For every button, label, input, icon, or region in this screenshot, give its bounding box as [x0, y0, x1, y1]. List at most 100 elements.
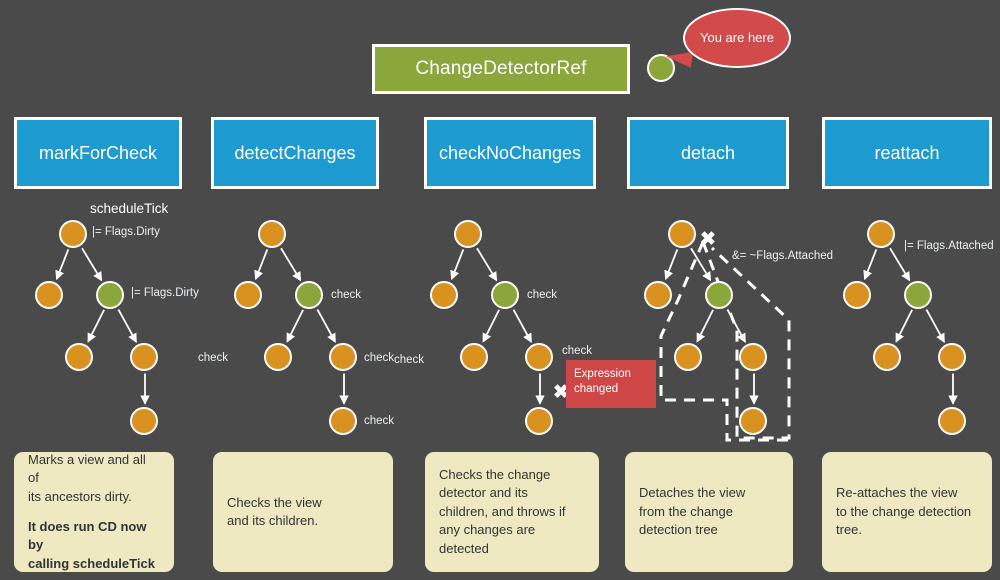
description-line: its ancestors dirty.	[28, 488, 132, 504]
method-box-label: reattach	[874, 142, 940, 163]
tree-edge	[512, 309, 532, 344]
description-line: Checks the view	[227, 494, 322, 510]
desc-detach: Detaches the view from the change detectio…	[625, 452, 793, 572]
expression-changed-box: Expression changed	[566, 360, 656, 408]
tree-node-green	[704, 280, 733, 309]
tree-annotation-label: check	[562, 345, 593, 357]
tree-node-orange	[738, 406, 767, 435]
tree-node-orange	[58, 219, 87, 248]
tree-node-orange	[667, 219, 696, 248]
desc-markForCheck: Marks a view and all of its ancestors dir…	[14, 452, 174, 572]
tree-edge	[889, 247, 911, 282]
description-line: Detaches the view	[639, 485, 746, 501]
description-line: from the change	[639, 503, 733, 519]
tree-edge	[696, 309, 714, 343]
tree-node-green	[95, 280, 124, 309]
tree-node-orange	[453, 219, 482, 248]
tree-edge	[482, 309, 500, 343]
description-line: Re-attaches the view	[836, 485, 958, 501]
tree-node-green	[490, 280, 519, 309]
description-line: and its children.	[227, 513, 319, 528]
description-line: calling scheduleTick	[28, 555, 155, 571]
tree-edge	[726, 309, 746, 344]
tree-node-green	[294, 280, 323, 309]
description-line: Checks the change	[439, 466, 551, 482]
tree-annotation-label: |= Flags.Dirty	[92, 226, 160, 238]
tree-edge	[87, 309, 105, 343]
expression-changed-line1: Expression	[574, 368, 631, 380]
tree-edge	[286, 309, 304, 343]
expression-changed-line2: changed	[574, 382, 619, 395]
method-box-detectChanges[interactable]: detectChanges	[211, 117, 379, 189]
method-box-detach[interactable]: detach	[627, 117, 789, 189]
method-box-label: checkNoChanges	[438, 142, 582, 163]
tree-edge	[280, 247, 302, 282]
description-line: to the change detection	[836, 503, 972, 519]
tree-node-orange	[64, 342, 93, 371]
tree-annotation-label: &= ~Flags.Attached	[732, 250, 834, 262]
tree-node-green	[903, 280, 932, 309]
tree-node-orange	[429, 280, 458, 309]
tree-edge	[254, 249, 269, 281]
desc-checkNoChanges: Checks the change detector and its childre…	[425, 452, 599, 572]
detached-region-outline-left	[659, 241, 789, 442]
tree-edge	[925, 309, 945, 344]
tree-annotation-label: check	[197, 352, 228, 364]
tree-node-orange	[643, 280, 672, 309]
changedetectorref-title-box: ChangeDetectorRef	[372, 44, 630, 94]
tree-node-orange	[937, 342, 966, 371]
tree-edge	[316, 309, 336, 344]
tree-top-label: scheduleTick	[90, 201, 169, 216]
tree-node-orange	[937, 406, 966, 435]
tree-node-orange	[673, 342, 702, 371]
tree-edge	[117, 309, 137, 344]
tree-annotation-label: check	[527, 289, 558, 301]
method-box-label: detach	[680, 142, 736, 163]
desc-reattach: Re-attaches the view to the change detect…	[822, 452, 992, 572]
method-box-label: markForCheck	[38, 142, 158, 163]
tree-node-orange	[129, 342, 158, 371]
tree-edge	[450, 249, 465, 281]
desc-detectChanges: Checks the view and its children.	[213, 452, 393, 572]
description-line: detector and its	[439, 485, 528, 501]
method-box-markForCheck[interactable]: markForCheck	[14, 117, 182, 189]
tree-node-orange	[524, 342, 553, 371]
tree-node-orange	[872, 342, 901, 371]
tree-node-orange	[257, 219, 286, 248]
method-box-reattach[interactable]: reattach	[822, 117, 992, 189]
tree-edge	[690, 247, 712, 282]
tree-annotation-label: check	[364, 415, 395, 427]
tree-node-orange	[328, 342, 357, 371]
description-line: It does run CD now by	[28, 519, 147, 553]
description-line: Marks a view and all of	[28, 451, 146, 486]
tree-edge	[55, 249, 70, 281]
method-box-label: detectChanges	[234, 142, 356, 163]
you-are-here-callout: You are here	[683, 8, 791, 68]
tree-node-orange	[459, 342, 488, 371]
tree-edge	[895, 309, 913, 343]
tree-edge	[476, 247, 498, 282]
description-line: any changes are	[439, 522, 536, 538]
tree-node-orange	[866, 219, 895, 248]
tree-node-orange	[34, 280, 63, 309]
tree-annotation-label: check	[393, 354, 424, 366]
callout-label: You are here	[700, 29, 774, 45]
tree-node-orange	[738, 342, 767, 371]
description-line: detected	[439, 540, 489, 556]
tree-edge	[863, 249, 878, 281]
page-title: ChangeDetectorRef	[415, 58, 587, 79]
tree-annotation-label: |= Flags.Dirty	[131, 287, 199, 299]
tree-annotation-label: |= Flags.Attached	[904, 240, 994, 252]
tree-annotation-label: check	[331, 289, 362, 301]
description-line: children, and throws if	[439, 503, 566, 519]
tree-node-orange	[233, 280, 262, 309]
description-line: tree.	[836, 522, 863, 538]
method-box-checkNoChanges[interactable]: checkNoChanges	[424, 117, 596, 189]
tree-node-orange	[129, 406, 158, 435]
description-line: detection tree	[639, 522, 718, 538]
cross-icon: ✖	[700, 229, 716, 250]
diagram-canvas: ChangeDetectorRef You are here markForCh…	[0, 0, 1000, 580]
tree-node-orange	[328, 406, 357, 435]
tree-node-orange	[263, 342, 292, 371]
tree-node-orange	[524, 406, 553, 435]
